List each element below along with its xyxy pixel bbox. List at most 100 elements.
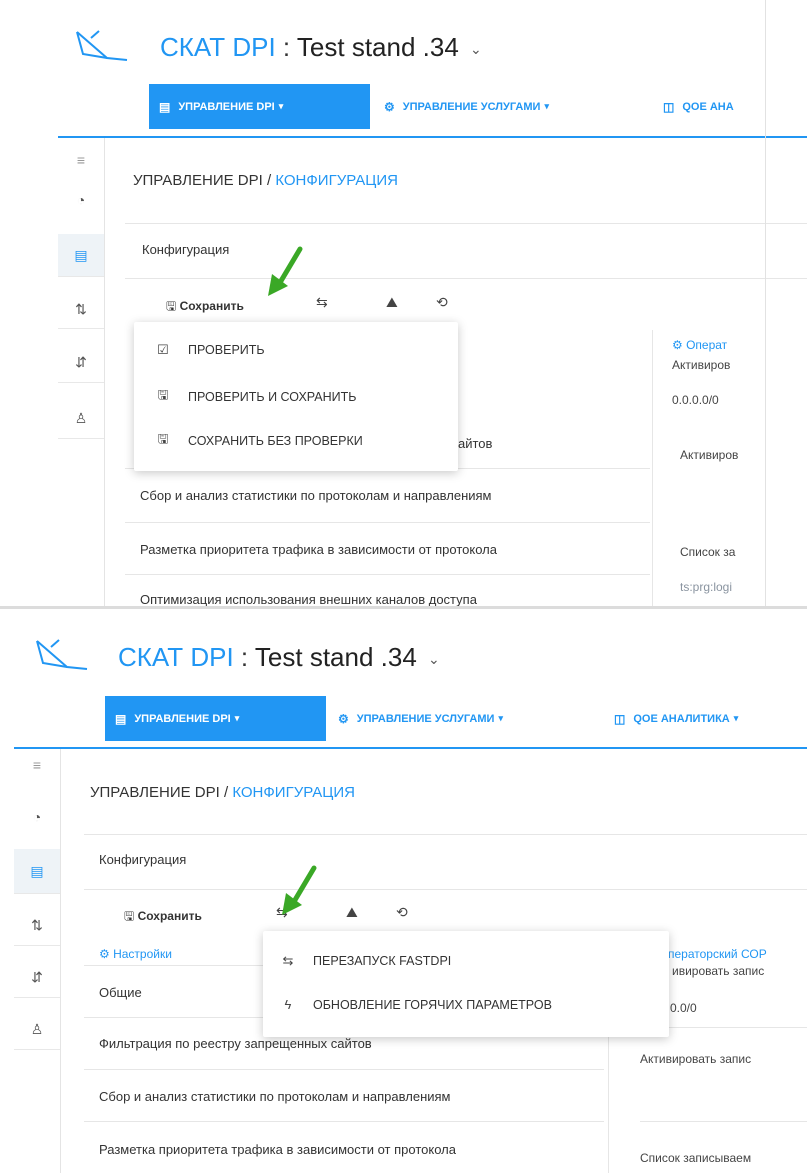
nav-qoe[interactable]: ◫ QOE АНАЛИТИКА ▾: [614, 696, 738, 741]
nav-dpi-label: УПРАВЛЕНИЕ DPI: [178, 100, 275, 113]
nav-qoe[interactable]: ◫ QOE АНА: [663, 84, 734, 129]
breadcrumb: УПРАВЛЕНИЕ DPI / КОНФИГУРАЦИЯ: [90, 784, 355, 801]
settings-row[interactable]: Разметка приоритета трафика в зависимост…: [99, 1142, 456, 1157]
restart-icon[interactable]: ⇆: [316, 294, 328, 311]
menu-item-restart-fastdpi[interactable]: ⇆ ПЕРЕЗАПУСК FASTDPI: [263, 953, 669, 969]
chevron-down-icon: ⌄: [428, 650, 440, 667]
menu-item-label: ПРОВЕРИТЬ: [188, 343, 265, 357]
sidebar-divider: [58, 438, 104, 439]
settings-row[interactable]: Фильтрация по реестру запрещенных сайтов: [99, 1036, 372, 1051]
green-arrow-annotation: [266, 246, 306, 298]
save-icon: 🖫: [166, 299, 177, 313]
right-label: Активиров: [680, 448, 739, 462]
gears-icon: ⚙: [99, 947, 114, 961]
brand-separator: :: [282, 32, 291, 62]
settings-row[interactable]: Сбор и анализ статистики по протоколам и…: [99, 1089, 450, 1104]
caret-down-icon: ▾: [498, 713, 503, 723]
gauge-icon[interactable]: ◔: [58, 192, 104, 208]
history-icon[interactable]: ⟲: [396, 904, 408, 921]
right-label: Активиров: [672, 358, 731, 372]
bird-logo-icon[interactable]: [33, 637, 89, 675]
screenshot-panel-bottom: СКАТ DPI : Test stand .34 ⌄ ▤ УПРАВЛЕНИЕ…: [0, 609, 807, 1173]
right-label: Список за: [680, 545, 736, 559]
config-title: Конфигурация: [99, 852, 187, 867]
menu-item-hot-params-update[interactable]: ϟ ОБНОВЛЕНИЕ ГОРЯЧИХ ПАРАМЕТРОВ: [263, 997, 669, 1012]
operator-section-header[interactable]: ператорский СОР: [668, 947, 767, 961]
settings-row[interactable]: Разметка приоритета трафика в зависимост…: [140, 542, 497, 557]
app-title[interactable]: СКАТ DPI : Test stand .34 ⌄: [160, 32, 482, 63]
settings-row[interactable]: Оптимизация использования внешних канало…: [140, 592, 477, 606]
settings-rule: [84, 1069, 604, 1070]
gears-icon: ⚙: [672, 338, 687, 352]
config-bottom-rule: [125, 278, 807, 279]
sidebar-divider: [14, 997, 60, 998]
settings-row[interactable]: Общие: [99, 985, 142, 1000]
nav-services[interactable]: ⚙ УПРАВЛЕНИЕ УСЛУГАМИ ▾: [384, 84, 549, 129]
user-icon[interactable]: ♙: [14, 1021, 60, 1038]
user-icon[interactable]: ♙: [58, 410, 104, 427]
list-icon: ▤: [115, 711, 127, 726]
list-icon: ▤: [159, 99, 171, 114]
save-icon: 🖫: [157, 387, 169, 402]
breadcrumb-root[interactable]: УПРАВЛЕНИЕ DPI: [90, 784, 220, 801]
screenshot-panel-top: СКАТ DPI : Test stand .34 ⌄ ▤ УПРАВЛЕНИЕ…: [0, 0, 807, 606]
sidebar-divider: [14, 945, 60, 946]
nav-qoe-label: QOE АНА: [682, 100, 734, 113]
list-icon[interactable]: ▤: [58, 234, 104, 276]
settings-row[interactable]: Сбор и анализ статистики по протоколам и…: [140, 488, 491, 503]
sidebar-divider: [58, 276, 104, 277]
column-divider: [652, 330, 653, 606]
menu-item-label: ПРОВЕРИТЬ И СОХРАНИТЬ: [188, 390, 357, 404]
breadcrumb-current[interactable]: КОНФИГУРАЦИЯ: [232, 784, 355, 801]
hamburger-icon[interactable]: ≡: [14, 757, 60, 773]
right-label: Активировать запис: [640, 1052, 752, 1066]
nav-dpi-management[interactable]: ▤ УПРАВЛЕНИЕ DPI ▾: [149, 84, 370, 129]
cloud-upload-icon[interactable]: ⛰: [386, 294, 398, 311]
config-title: Конфигурация: [142, 242, 230, 257]
nav-dpi-management[interactable]: ▤ УПРАВЛЕНИЕ DPI ▾: [105, 696, 326, 741]
hamburger-icon[interactable]: ≡: [58, 152, 104, 168]
gauge-icon[interactable]: ◔: [14, 809, 60, 825]
sort-icon[interactable]: ⇅: [58, 301, 104, 318]
lightning-icon: ϟ: [284, 997, 292, 1012]
settings-rule: [84, 1121, 604, 1122]
list-icon[interactable]: ▤: [14, 849, 60, 893]
sort-icon[interactable]: ⇅: [14, 917, 60, 934]
caret-down-icon: ▾: [544, 101, 549, 111]
caret-down-icon: ▾: [733, 713, 739, 723]
sort-icon[interactable]: ⇵: [14, 969, 60, 986]
cloud-upload-icon[interactable]: ⛰: [346, 904, 358, 921]
right-value: 0.0/0: [670, 1001, 697, 1015]
brand-name: СКАТ DPI: [160, 32, 276, 62]
sidebar-divider: [14, 893, 60, 894]
menu-item-check-and-save[interactable]: 🖫 ПРОВЕРИТЬ И СОХРАНИТЬ: [134, 386, 458, 408]
settings-row-clipped[interactable]: айтов: [458, 436, 492, 451]
operator-section-header[interactable]: ⚙ Операт: [672, 338, 727, 352]
menu-item-save-without-check[interactable]: 🖫 СОХРАНИТЬ БЕЗ ПРОВЕРКИ: [134, 430, 458, 452]
config-top-rule: [84, 834, 807, 835]
sidebar-divider: [58, 382, 104, 383]
app-title[interactable]: СКАТ DPI : Test stand .34 ⌄: [118, 642, 440, 673]
sort-icon[interactable]: ⇵: [58, 354, 104, 371]
save-button[interactable]: 🖫 Сохранить: [124, 907, 202, 928]
menu-item-label: ОБНОВЛЕНИЕ ГОРЯЧИХ ПАРАМЕТРОВ: [313, 997, 552, 1012]
history-icon[interactable]: ⟲: [436, 294, 448, 311]
right-value: ts:prg:logi: [680, 580, 733, 594]
caret-down-icon: ▾: [278, 101, 284, 111]
breadcrumb-current[interactable]: КОНФИГУРАЦИЯ: [275, 172, 398, 189]
green-arrow-annotation: [280, 865, 320, 917]
config-top-rule: [125, 223, 807, 224]
sidebar: ≡ ◔ ▤ ⇅ ⇵ ♙: [58, 138, 105, 606]
save-button[interactable]: 🖫 Сохранить: [166, 297, 244, 318]
bird-logo-icon[interactable]: [73, 28, 129, 66]
nav-services[interactable]: ⚙ УПРАВЛЕНИЕ УСЛУГАМИ ▾: [338, 696, 503, 741]
settings-section-header[interactable]: ⚙ Настройки: [99, 947, 172, 961]
restart-dropdown-menu: ⇆ ПЕРЕЗАПУСК FASTDPI ϟ ОБНОВЛЕНИЕ ГОРЯЧИ…: [263, 931, 669, 1037]
save-dropdown-menu: ☑ ПРОВЕРИТЬ 🖫 ПРОВЕРИТЬ И СОХРАНИТЬ 🖫 СО…: [134, 322, 458, 471]
sidebar: ≡ ◔ ▤ ⇅ ⇵ ♙: [14, 749, 61, 1173]
gears-icon: ⚙: [384, 99, 395, 114]
menu-item-check[interactable]: ☑ ПРОВЕРИТЬ: [134, 342, 458, 358]
brand-name: СКАТ DPI: [118, 642, 234, 672]
right-value: 0.0.0.0/0: [672, 393, 719, 407]
breadcrumb-root[interactable]: УПРАВЛЕНИЕ DPI: [133, 172, 263, 189]
